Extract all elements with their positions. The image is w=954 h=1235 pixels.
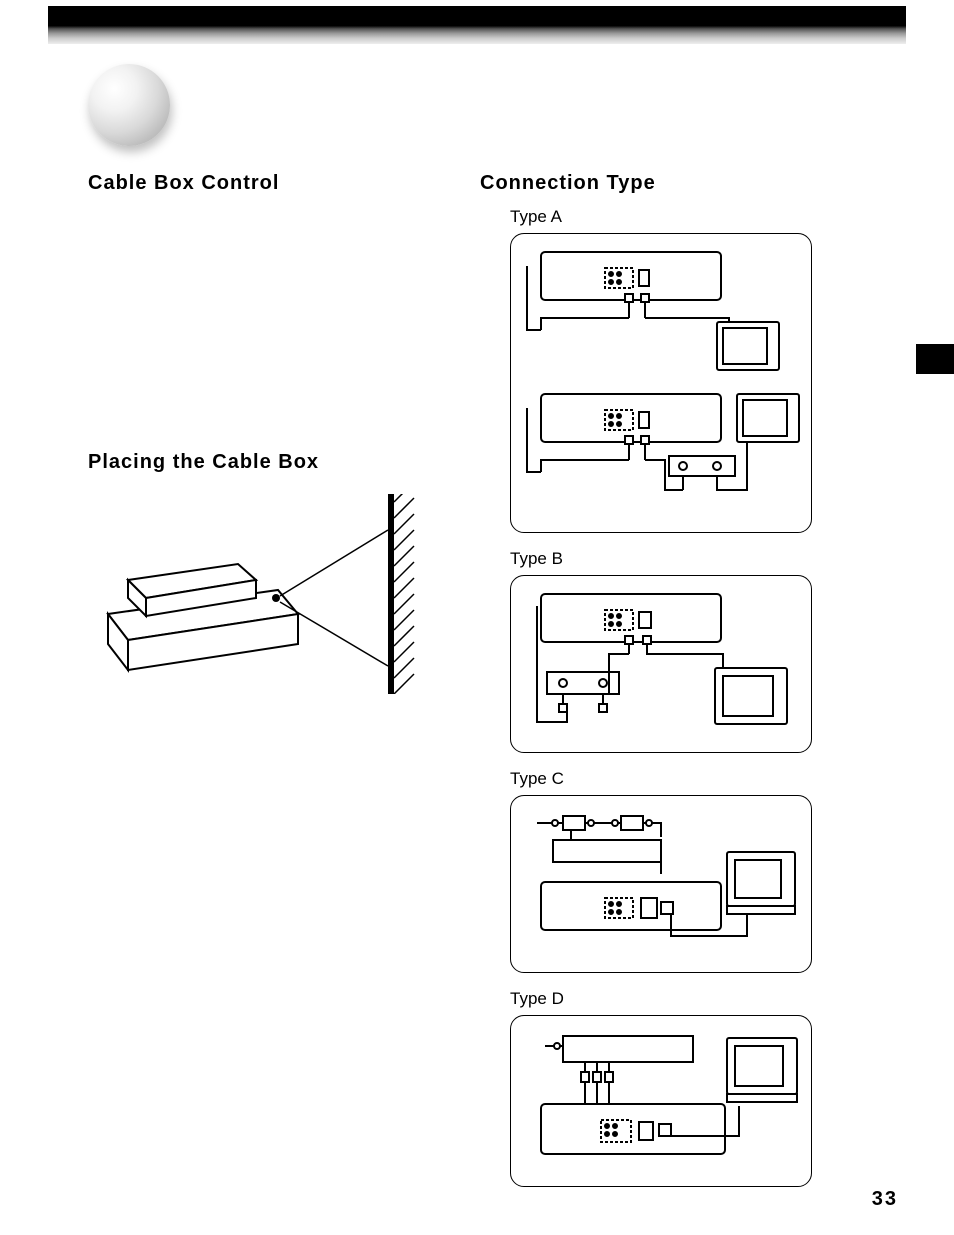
figure-placing-cable-box bbox=[88, 494, 448, 694]
page-number: 33 bbox=[872, 1188, 898, 1211]
figure-type-c bbox=[510, 795, 812, 973]
sphere-decoration-icon bbox=[88, 64, 170, 146]
label-type-a: Type A bbox=[510, 207, 840, 227]
header-gradient-bar bbox=[48, 6, 906, 44]
figure-type-d bbox=[510, 1015, 812, 1187]
label-type-c: Type C bbox=[510, 769, 840, 789]
label-type-b: Type B bbox=[510, 549, 840, 569]
side-tab-marker bbox=[916, 344, 954, 374]
figure-type-b bbox=[510, 575, 812, 753]
heading-placing-cable-box: Placing the Cable Box bbox=[88, 451, 448, 474]
label-type-d: Type D bbox=[510, 989, 840, 1009]
heading-connection-type: Connection Type bbox=[480, 172, 840, 195]
heading-cable-box-control: Cable Box Control bbox=[88, 172, 448, 195]
figure-type-a bbox=[510, 233, 812, 533]
